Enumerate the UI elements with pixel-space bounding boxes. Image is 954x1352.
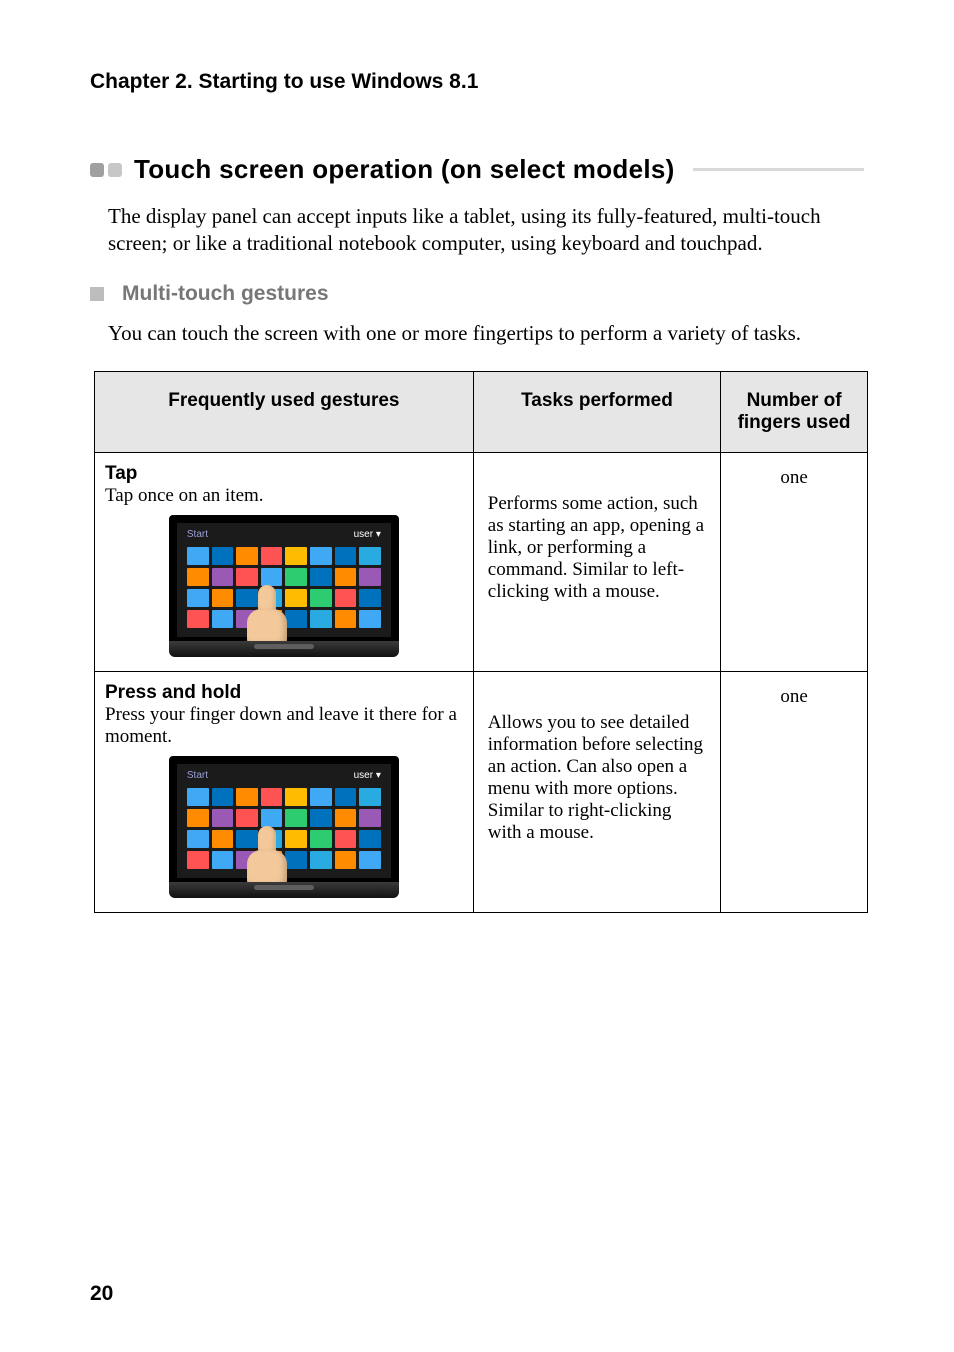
gesture-title: Tap: [105, 463, 463, 485]
laptop-illustration-icon: Start user ▾: [169, 515, 399, 657]
table-header-row: Frequently used gestures Tasks performed…: [95, 371, 868, 452]
chapter-title: Chapter 2. Starting to use Windows 8.1: [90, 70, 864, 94]
fingers-cell: one: [721, 452, 868, 671]
start-label: Start: [187, 770, 208, 781]
subsection-intro-paragraph: You can touch the screen with one or mor…: [90, 320, 864, 347]
gesture-title: Press and hold: [105, 682, 463, 704]
table-row: Tap Tap once on an item. Start user ▾: [95, 452, 868, 671]
laptop-illustration-icon: Start user ▾: [169, 756, 399, 898]
bullet-square-icon: [90, 287, 104, 301]
section-title: Touch screen operation (on select models…: [134, 154, 675, 185]
bullet-double-box-icon: [90, 163, 122, 177]
gestures-table: Frequently used gestures Tasks performed…: [94, 371, 868, 913]
gesture-desc: Tap once on an item.: [105, 485, 463, 507]
fingers-cell: one: [721, 671, 868, 912]
col-header-fingers: Number of fingers used: [721, 371, 868, 452]
gesture-desc: Press your finger down and leave it ther…: [105, 704, 463, 748]
col-header-gestures: Frequently used gestures: [95, 371, 474, 452]
page-number: 20: [90, 1282, 113, 1306]
finger-tap-icon: [247, 585, 287, 647]
table-row: Press and hold Press your finger down an…: [95, 671, 868, 912]
task-cell: Allows you to see detailed information b…: [473, 671, 720, 912]
user-indicator-icon: user ▾: [354, 529, 381, 540]
section-heading-row: Touch screen operation (on select models…: [90, 154, 864, 185]
start-label: Start: [187, 529, 208, 540]
finger-hold-icon: [247, 826, 287, 888]
user-indicator-icon: user ▾: [354, 770, 381, 781]
subsection-title: Multi-touch gestures: [122, 282, 329, 306]
col-header-tasks: Tasks performed: [473, 371, 720, 452]
section-intro-paragraph: The display panel can accept inputs like…: [90, 203, 864, 258]
task-cell: Performs some action, such as starting a…: [473, 452, 720, 671]
decorative-rule-icon: [693, 168, 864, 171]
subsection-heading-row: Multi-touch gestures: [90, 282, 864, 306]
